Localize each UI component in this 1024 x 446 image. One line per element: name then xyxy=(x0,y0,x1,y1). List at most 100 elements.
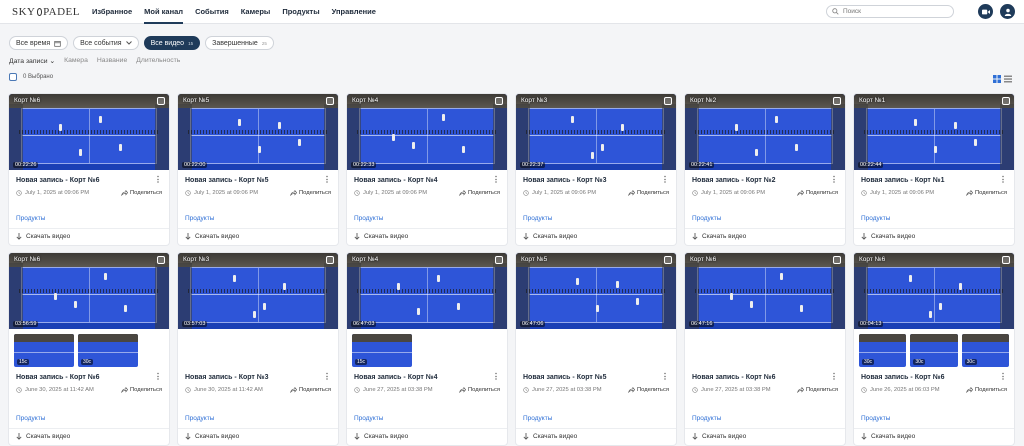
download-button[interactable]: Скачать видео xyxy=(178,428,338,445)
video-thumbnail[interactable]: Корт №4 00:22:33 xyxy=(347,94,507,170)
video-thumbnail[interactable]: Корт №5 00:22:00 xyxy=(178,94,338,170)
nav-item[interactable]: Управление xyxy=(332,0,376,24)
products-link[interactable]: Продукты xyxy=(854,215,1014,228)
events-filter[interactable]: Все события xyxy=(73,36,139,50)
share-button[interactable]: Поделиться xyxy=(121,387,162,393)
nav-item[interactable]: Мой канал xyxy=(144,0,183,24)
video-thumbnail[interactable]: Корт №6 06:47:16 xyxy=(685,253,845,329)
select-checkbox[interactable] xyxy=(326,97,334,105)
share-button[interactable]: Поделиться xyxy=(459,387,500,393)
download-button[interactable]: Скачать видео xyxy=(685,428,845,445)
video-card[interactable]: Корт №6 00:22:26 Новая запись - Корт №6 … xyxy=(9,94,169,245)
video-title[interactable]: Новая запись - Корт №6 xyxy=(16,177,100,184)
more-options-icon[interactable]: ⋮ xyxy=(661,176,669,184)
video-card[interactable]: Корт №6 03:56:59 15с 30с Новая запись - К… xyxy=(9,253,169,445)
video-thumbnail[interactable]: Корт №2 00:22:41 xyxy=(685,94,845,170)
products-link[interactable]: Продукты xyxy=(854,415,1014,428)
camera-button[interactable] xyxy=(978,4,993,19)
share-button[interactable]: Поделиться xyxy=(966,387,1007,393)
search-input[interactable] xyxy=(843,8,943,15)
more-options-icon[interactable]: ⋮ xyxy=(999,373,1007,381)
clip-thumbnail[interactable]: 30с xyxy=(910,334,958,367)
sort-duration[interactable]: Длительность xyxy=(136,57,180,65)
nav-item[interactable]: Продукты xyxy=(282,0,319,24)
select-checkbox[interactable] xyxy=(157,97,165,105)
nav-item[interactable]: Камеры xyxy=(241,0,271,24)
video-thumbnail[interactable]: Корт №6 00:22:26 xyxy=(9,94,169,170)
download-button[interactable]: Скачать видео xyxy=(516,228,676,245)
video-card[interactable]: Корт №5 00:22:00 Новая запись - Корт №5 … xyxy=(178,94,338,245)
download-button[interactable]: Скачать видео xyxy=(516,428,676,445)
download-button[interactable]: Скачать видео xyxy=(854,428,1014,445)
video-card[interactable]: Корт №4 00:22:33 Новая запись - Корт №4 … xyxy=(347,94,507,245)
clip-thumbnail[interactable]: 30с xyxy=(78,334,138,367)
video-card[interactable]: Корт №6 06:47:16 Новая запись - Корт №6 … xyxy=(685,253,845,445)
more-options-icon[interactable]: ⋮ xyxy=(830,176,838,184)
more-options-icon[interactable]: ⋮ xyxy=(492,373,500,381)
logo[interactable]: SKY PADEL xyxy=(12,6,80,18)
search-box[interactable] xyxy=(826,5,954,18)
share-button[interactable]: Поделиться xyxy=(628,190,669,196)
video-title[interactable]: Новая запись - Корт №4 xyxy=(354,374,438,381)
sort-name[interactable]: Название xyxy=(97,57,127,65)
list-view-icon[interactable] xyxy=(1004,75,1012,83)
nav-item[interactable]: События xyxy=(195,0,229,24)
video-thumbnail[interactable]: Корт №6 03:56:59 xyxy=(9,253,169,329)
video-title[interactable]: Новая запись - Корт №6 xyxy=(861,374,945,381)
video-card[interactable]: Корт №3 00:22:37 Новая запись - Корт №3 … xyxy=(516,94,676,245)
more-options-icon[interactable]: ⋮ xyxy=(154,373,162,381)
video-title[interactable]: Новая запись - Корт №3 xyxy=(523,177,607,184)
download-button[interactable]: Скачать видео xyxy=(9,228,169,245)
video-title[interactable]: Новая запись - Корт №4 xyxy=(354,177,438,184)
download-button[interactable]: Скачать видео xyxy=(347,228,507,245)
share-button[interactable]: Поделиться xyxy=(290,387,331,393)
video-title[interactable]: Новая запись - Корт №5 xyxy=(523,374,607,381)
clip-thumbnail[interactable]: 30с xyxy=(859,334,907,367)
download-button[interactable]: Скачать видео xyxy=(854,228,1014,245)
download-button[interactable]: Скачать видео xyxy=(347,428,507,445)
share-button[interactable]: Поделиться xyxy=(628,387,669,393)
completed-filter[interactable]: Завершенные 25 xyxy=(205,36,274,50)
more-options-icon[interactable]: ⋮ xyxy=(323,176,331,184)
share-button[interactable]: Поделиться xyxy=(459,190,500,196)
video-title[interactable]: Новая запись - Корт №6 xyxy=(692,374,776,381)
products-link[interactable]: Продукты xyxy=(9,415,169,428)
more-options-icon[interactable]: ⋮ xyxy=(492,176,500,184)
video-title[interactable]: Новая запись - Корт №3 xyxy=(185,374,269,381)
select-checkbox[interactable] xyxy=(1002,256,1010,264)
select-checkbox[interactable] xyxy=(495,97,503,105)
more-options-icon[interactable]: ⋮ xyxy=(999,176,1007,184)
share-button[interactable]: Поделиться xyxy=(797,387,838,393)
sort-date[interactable]: Дата записи ⌄ xyxy=(9,57,55,65)
select-all-checkbox[interactable] xyxy=(9,73,17,81)
select-checkbox[interactable] xyxy=(664,256,672,264)
select-checkbox[interactable] xyxy=(664,97,672,105)
download-button[interactable]: Скачать видео xyxy=(685,228,845,245)
select-checkbox[interactable] xyxy=(833,256,841,264)
products-link[interactable]: Продукты xyxy=(685,415,845,428)
products-link[interactable]: Продукты xyxy=(178,215,338,228)
video-title[interactable]: Новая запись - Корт №5 xyxy=(185,177,269,184)
products-link[interactable]: Продукты xyxy=(685,215,845,228)
video-card[interactable]: Корт №1 00:22:44 Новая запись - Корт №1 … xyxy=(854,94,1014,245)
share-button[interactable]: Поделиться xyxy=(966,190,1007,196)
products-link[interactable]: Продукты xyxy=(347,215,507,228)
products-link[interactable]: Продукты xyxy=(347,415,507,428)
more-options-icon[interactable]: ⋮ xyxy=(323,373,331,381)
select-checkbox[interactable] xyxy=(833,97,841,105)
video-card[interactable]: Корт №5 06:47:06 Новая запись - Корт №5 … xyxy=(516,253,676,445)
sort-camera[interactable]: Камера xyxy=(64,57,88,65)
video-card[interactable]: Корт №4 06:47:03 15с Новая запись - Корт… xyxy=(347,253,507,445)
select-checkbox[interactable] xyxy=(157,256,165,264)
profile-button[interactable] xyxy=(1000,4,1015,19)
select-checkbox[interactable] xyxy=(495,256,503,264)
clip-thumbnail[interactable]: 15с xyxy=(352,334,412,367)
products-link[interactable]: Продукты xyxy=(516,415,676,428)
time-filter[interactable]: Все время xyxy=(9,36,69,50)
nav-item[interactable]: Избранное xyxy=(92,0,132,24)
clip-thumbnail[interactable]: 15с xyxy=(14,334,74,367)
video-title[interactable]: Новая запись - Корт №1 xyxy=(861,177,945,184)
video-title[interactable]: Новая запись - Корт №6 xyxy=(16,374,100,381)
more-options-icon[interactable]: ⋮ xyxy=(154,176,162,184)
more-options-icon[interactable]: ⋮ xyxy=(661,373,669,381)
